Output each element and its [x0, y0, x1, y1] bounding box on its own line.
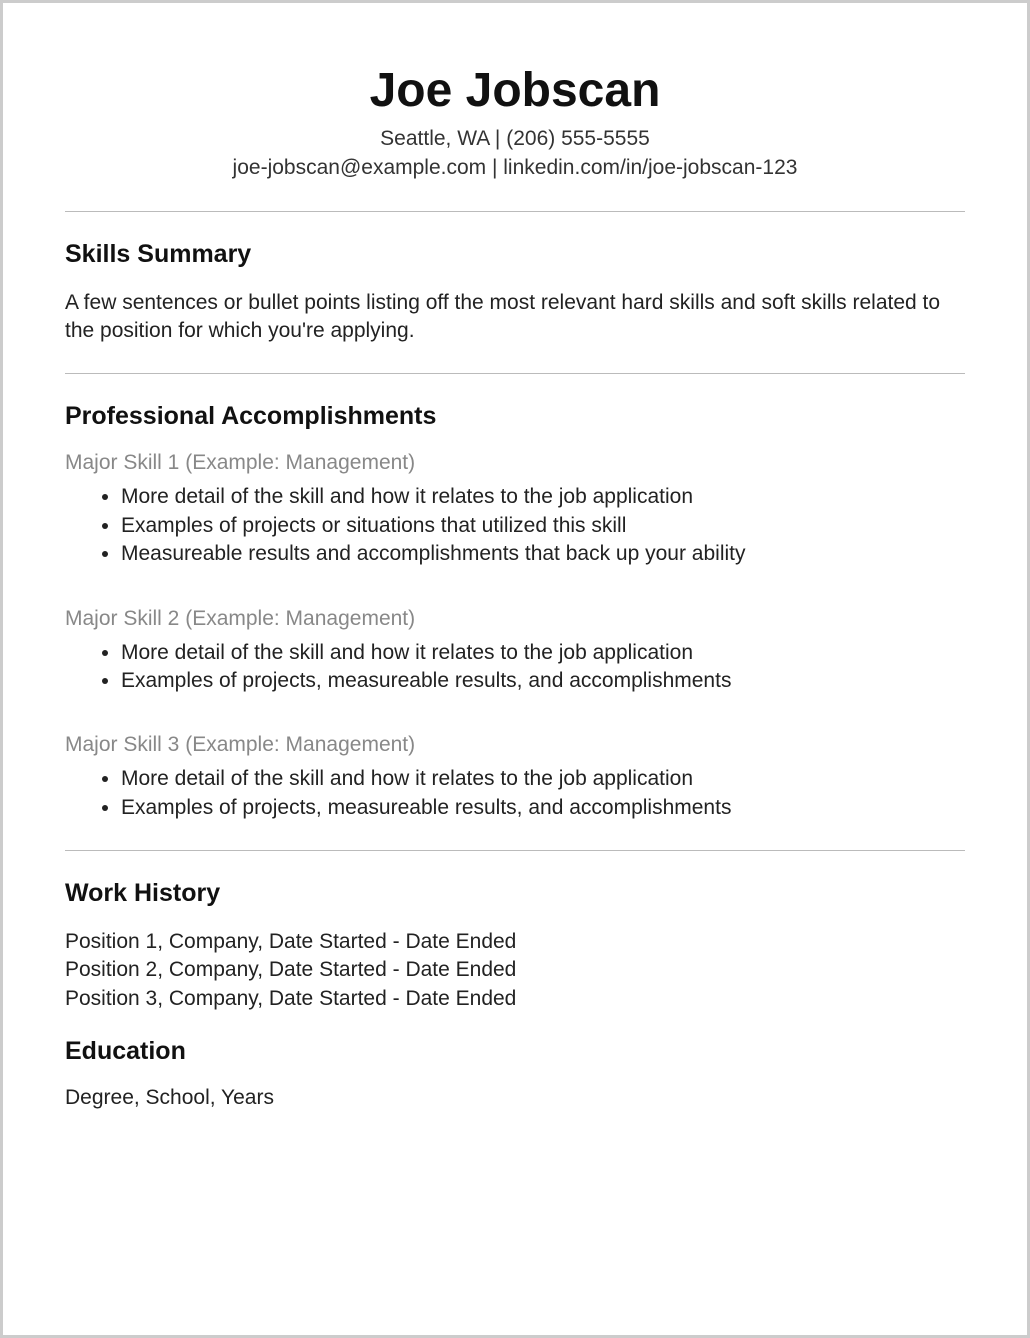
skill-heading: Major Skill 3 (Example: Management) — [65, 733, 965, 757]
divider — [65, 373, 965, 374]
education-section: Education Degree, School, Years — [65, 1037, 965, 1112]
position-line: Position 1, Company, Date Started - Date… — [65, 928, 965, 956]
contact-line-2: joe-jobscan@example.com | linkedin.com/i… — [65, 153, 965, 182]
person-name: Joe Jobscan — [65, 63, 965, 118]
work-history-title: Work History — [65, 879, 965, 908]
skill-block: Major Skill 1 (Example: Management) More… — [65, 451, 965, 568]
resume-page: Joe Jobscan Seattle, WA | (206) 555-5555… — [0, 0, 1030, 1338]
work-history-section: Work History Position 1, Company, Date S… — [65, 879, 965, 1013]
list-item: Measureable results and accomplishments … — [121, 540, 965, 568]
accomplishments-section: Professional Accomplishments Major Skill… — [65, 402, 965, 821]
list-item: Examples of projects, measureable result… — [121, 667, 965, 695]
position-line: Position 2, Company, Date Started - Date… — [65, 956, 965, 984]
education-body: Degree, School, Years — [65, 1084, 965, 1112]
divider — [65, 850, 965, 851]
education-title: Education — [65, 1037, 965, 1066]
list-item: More detail of the skill and how it rela… — [121, 765, 965, 793]
skill-block: Major Skill 3 (Example: Management) More… — [65, 733, 965, 822]
list-item: More detail of the skill and how it rela… — [121, 483, 965, 511]
skills-summary-body: A few sentences or bullet points listing… — [65, 289, 965, 346]
skills-summary-section: Skills Summary A few sentences or bullet… — [65, 240, 965, 346]
skills-summary-title: Skills Summary — [65, 240, 965, 269]
skill-bullets: More detail of the skill and how it rela… — [65, 639, 965, 696]
divider — [65, 211, 965, 212]
skill-heading: Major Skill 2 (Example: Management) — [65, 607, 965, 631]
accomplishments-title: Professional Accomplishments — [65, 402, 965, 431]
skill-bullets: More detail of the skill and how it rela… — [65, 483, 965, 568]
work-history-list: Position 1, Company, Date Started - Date… — [65, 928, 965, 1013]
contact-line-1: Seattle, WA | (206) 555-5555 — [65, 124, 965, 153]
position-line: Position 3, Company, Date Started - Date… — [65, 985, 965, 1013]
skill-block: Major Skill 2 (Example: Management) More… — [65, 607, 965, 696]
skill-heading: Major Skill 1 (Example: Management) — [65, 451, 965, 475]
list-item: More detail of the skill and how it rela… — [121, 639, 965, 667]
list-item: Examples of projects, measureable result… — [121, 794, 965, 822]
list-item: Examples of projects or situations that … — [121, 512, 965, 540]
resume-header: Joe Jobscan Seattle, WA | (206) 555-5555… — [65, 63, 965, 183]
skill-bullets: More detail of the skill and how it rela… — [65, 765, 965, 822]
